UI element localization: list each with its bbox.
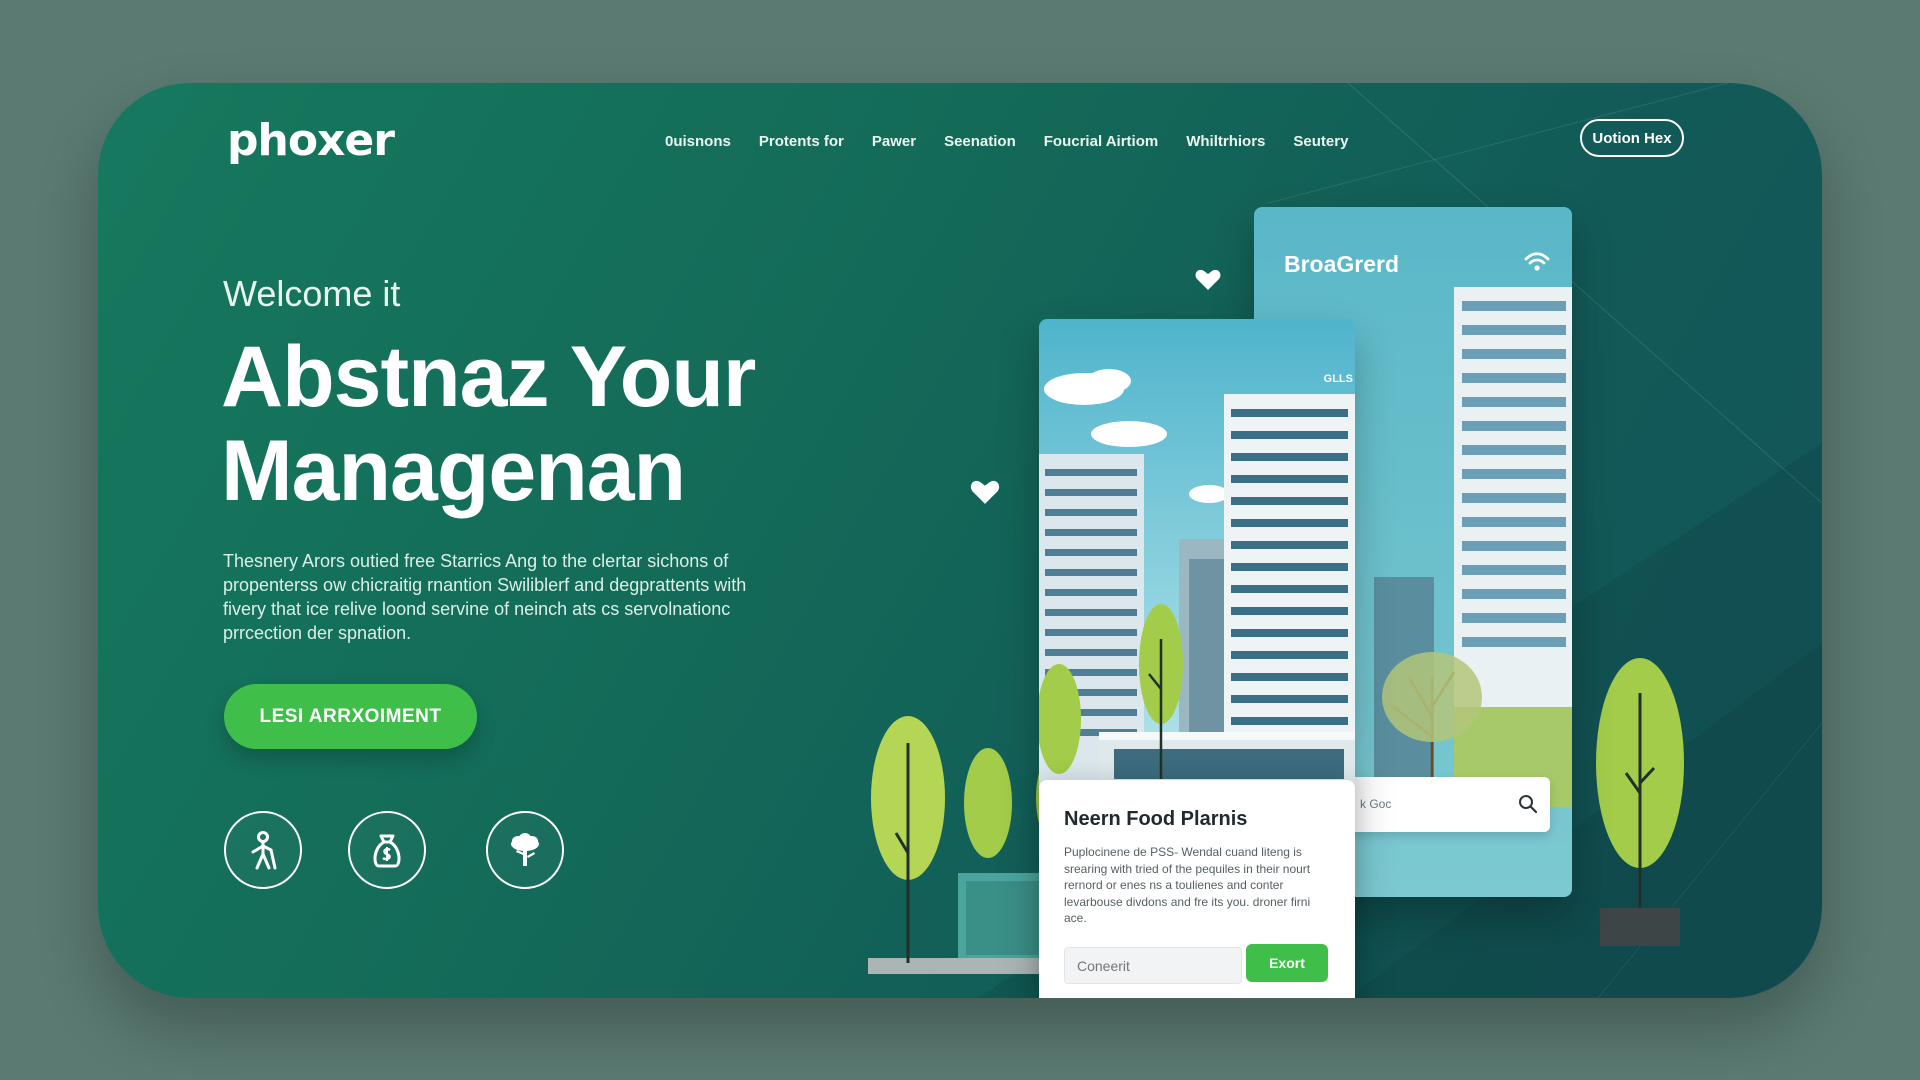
food-card-title: Neern Food Plarnis — [1064, 808, 1248, 830]
top-right-button[interactable]: Uotion Hex — [1580, 119, 1684, 157]
money-bag-icon[interactable] — [348, 811, 426, 889]
card-title: BroaGrerd — [1284, 251, 1400, 277]
hero-description: Thesnery Arors outied free Starrics Ang … — [223, 551, 747, 643]
food-plans-card: Neern Food Plarnis Puplocinene de PSS- W… — [1039, 780, 1355, 998]
nav-item-4[interactable]: Seenation — [944, 133, 1016, 150]
food-card-text: Puplocinene de PSS- Wendal cuand liteng … — [1064, 845, 1311, 925]
food-card-input[interactable] — [1064, 947, 1242, 984]
logo[interactable]: phoxer — [227, 115, 395, 166]
hero-frame: phoxer 0uisnons Protents for Pawer Seena… — [98, 83, 1822, 998]
page-title: Abstnaz Your Managenan — [221, 330, 921, 518]
right-tree-illustration — [1596, 658, 1684, 946]
card-tag: GLLS — [1323, 373, 1353, 385]
nav-item-7[interactable]: Seutery — [1293, 133, 1348, 150]
nav-item-3[interactable]: Pawer — [872, 133, 916, 150]
search-placeholder: k Goc — [1360, 797, 1392, 811]
heart-icon — [970, 480, 1000, 504]
nav-item-5[interactable]: Foucrial Airtiom — [1044, 133, 1158, 150]
main-nav: 0uisnons Protents for Pawer Seenation Fo… — [665, 133, 1348, 150]
food-card-button[interactable]: Exort — [1246, 944, 1328, 982]
nav-item-6[interactable]: Whiltrhiors — [1186, 133, 1265, 150]
wifi-icon — [1524, 252, 1550, 271]
headline-line-2: Managenan — [221, 423, 686, 519]
search-icon[interactable] — [1518, 794, 1538, 814]
welcome-text: Welcome it — [223, 273, 401, 314]
nav-item-2[interactable]: Protents for — [759, 133, 844, 150]
nav-item-1[interactable]: 0uisnons — [665, 133, 731, 150]
tree-icon[interactable] — [486, 811, 564, 889]
person-cane-icon[interactable] — [224, 811, 302, 889]
city-illustration — [1039, 369, 1355, 789]
heart-icon — [1195, 269, 1221, 290]
search-field[interactable]: k Goc — [1348, 777, 1550, 832]
cta-button[interactable]: LESI ARRXOIMENT — [224, 684, 477, 749]
headline-line-1: Abstnaz Your — [221, 329, 756, 425]
